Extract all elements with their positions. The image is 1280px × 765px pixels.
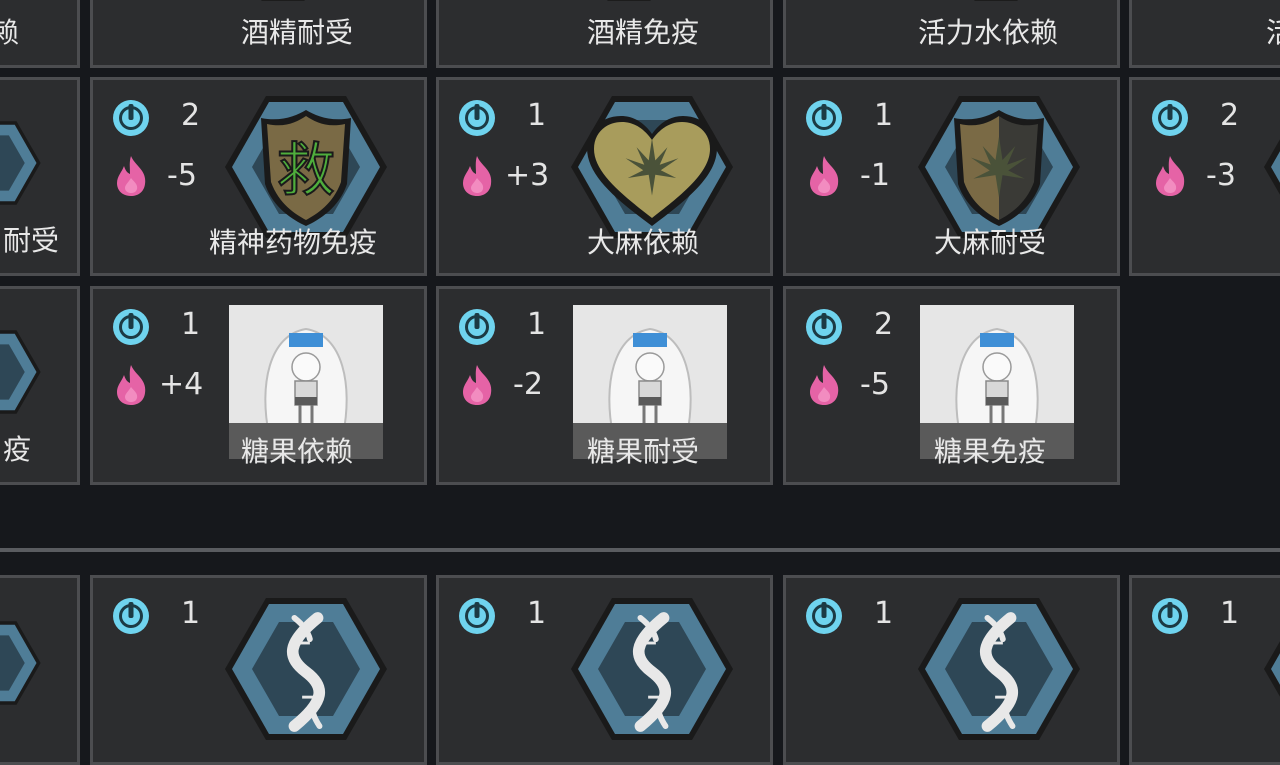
trait-card-psychoactive-immunity[interactable]: 2 -5 救 精神药物免疫	[90, 77, 427, 276]
complexity-value: 1	[181, 307, 201, 342]
trait-card-alcohol-immunity[interactable]: 酒精免疫	[436, 0, 773, 68]
complexity-value: 2	[874, 307, 894, 342]
power-value: -1	[860, 158, 890, 193]
power-fire-icon	[1152, 154, 1188, 198]
trait-card-gene[interactable]: 1	[90, 575, 427, 765]
trait-card-alcohol-tolerance[interactable]: 酒精耐受	[90, 0, 427, 68]
power-fire-icon	[113, 363, 149, 407]
hex-badge-icon	[233, 0, 333, 3]
power-value: -5	[860, 367, 890, 402]
svg-text:救: 救	[277, 136, 335, 204]
trait-name: 精神药物免疫	[209, 226, 378, 259]
complexity-icon	[1150, 98, 1190, 138]
hex-badge-icon	[0, 598, 43, 728]
heart-leaf-icon	[567, 92, 737, 242]
dna-icon	[221, 594, 391, 744]
trait-card-partial-left[interactable]: 疫	[0, 286, 80, 485]
complexity-icon	[111, 307, 151, 347]
trait-name: 酒精免疫	[587, 16, 700, 49]
trait-card-partial-right[interactable]: 活	[1129, 0, 1280, 68]
trait-name: 活	[1266, 11, 1280, 51]
complexity-value: 1	[181, 596, 201, 631]
complexity-icon	[1150, 596, 1190, 636]
trait-name: 赖	[0, 11, 19, 51]
shield-drug-icon: 救	[221, 92, 391, 242]
trait-name: 耐受	[3, 224, 60, 257]
trait-card-vitality-dependence[interactable]: 活力水依赖	[783, 0, 1120, 68]
hex-badge-icon	[1260, 594, 1280, 744]
hex-badge-icon	[579, 0, 679, 3]
trait-card-cannabis-dependence[interactable]: 1 +3 大麻依赖	[436, 77, 773, 276]
power-value: +4	[159, 367, 204, 402]
complexity-value: 1	[1220, 596, 1240, 631]
power-fire-icon	[806, 363, 842, 407]
complexity-value: 2	[1220, 98, 1240, 133]
trait-card-cannabis-tolerance[interactable]: 1 -1 大麻耐受	[783, 77, 1120, 276]
complexity-value: 1	[527, 596, 547, 631]
complexity-icon	[457, 98, 497, 138]
trait-name: 活力水依赖	[918, 16, 1059, 49]
trait-card-candy-dependence[interactable]: 1 +4 糖果依赖	[90, 286, 427, 485]
power-fire-icon	[459, 154, 495, 198]
hex-badge-icon	[946, 0, 1046, 3]
trait-card-partial-right[interactable]: 2 -3	[1129, 77, 1280, 276]
complexity-value: 1	[874, 98, 894, 133]
dna-icon	[567, 594, 737, 744]
section-divider	[0, 548, 1280, 552]
power-fire-icon	[459, 363, 495, 407]
trait-card-partial-right[interactable]: 1	[1129, 575, 1280, 765]
complexity-icon	[804, 307, 844, 347]
trait-name: 疫	[3, 433, 32, 466]
trait-card-gene[interactable]: 1	[783, 575, 1120, 765]
complexity-icon	[457, 596, 497, 636]
trait-card-partial-left[interactable]: 赖	[0, 0, 80, 68]
dna-icon	[914, 594, 1084, 744]
trait-name: 大麻依赖	[587, 226, 700, 259]
hex-badge-icon	[0, 307, 43, 437]
trait-name: 糖果免疫	[934, 435, 1047, 468]
power-value: -2	[513, 367, 543, 402]
complexity-value: 1	[874, 596, 894, 631]
trait-name: 糖果依赖	[241, 435, 354, 468]
complexity-icon	[804, 98, 844, 138]
power-value: -3	[1206, 158, 1236, 193]
complexity-icon	[804, 596, 844, 636]
trait-name: 大麻耐受	[934, 226, 1047, 259]
hex-badge-icon	[1260, 92, 1280, 242]
complexity-value: 2	[181, 98, 201, 133]
complexity-icon	[111, 98, 151, 138]
trait-card-gene[interactable]: 1	[436, 575, 773, 765]
shield-leaf-icon	[914, 92, 1084, 242]
complexity-icon	[457, 307, 497, 347]
power-fire-icon	[113, 154, 149, 198]
complexity-icon	[111, 596, 151, 636]
power-value: -5	[167, 158, 197, 193]
trait-name: 糖果耐受	[587, 435, 700, 468]
trait-card-candy-immunity[interactable]: 2 -5 糖果免疫	[783, 286, 1120, 485]
hex-badge-icon	[0, 98, 43, 228]
trait-card-candy-tolerance[interactable]: 1 -2 糖果耐受	[436, 286, 773, 485]
trait-card-partial-left[interactable]: 耐受	[0, 77, 80, 276]
power-fire-icon	[806, 154, 842, 198]
trait-name: 酒精耐受	[241, 16, 354, 49]
trait-card-partial-left[interactable]	[0, 575, 80, 765]
power-value: +3	[505, 158, 550, 193]
complexity-value: 1	[527, 98, 547, 133]
complexity-value: 1	[527, 307, 547, 342]
